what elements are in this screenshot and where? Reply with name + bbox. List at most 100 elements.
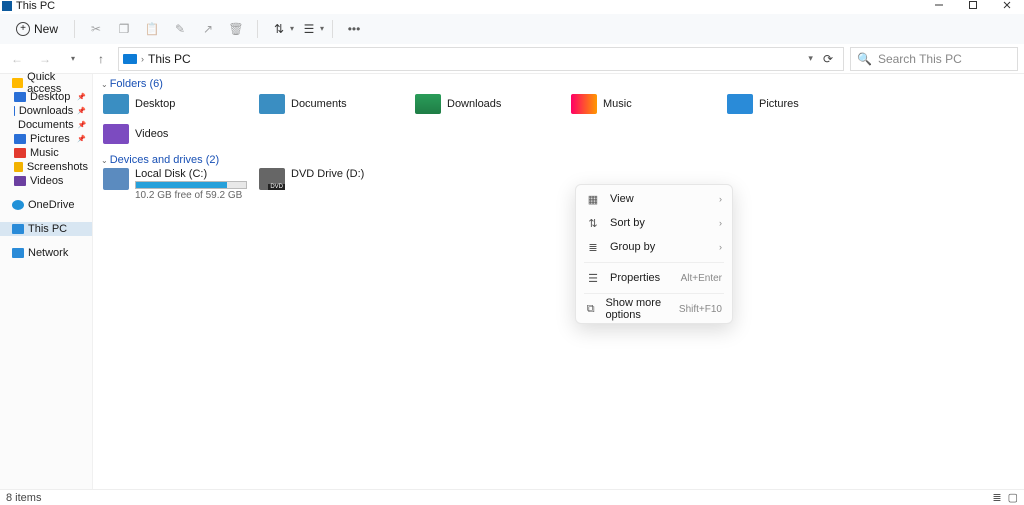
ctx-properties[interactable]: ☰PropertiesAlt+Enter: [576, 266, 732, 290]
sidebar-item-music[interactable]: Music: [0, 146, 92, 160]
drive-dvd-d[interactable]: DVD Drive (D:): [259, 168, 409, 201]
recent-dropdown[interactable]: ▾: [62, 48, 84, 70]
window-controls: [922, 0, 1024, 14]
sidebar-network[interactable]: Network: [0, 246, 92, 260]
pc-icon: [123, 54, 137, 64]
content-area[interactable]: ⌄Folders (6) Desktop Documents Downloads…: [93, 74, 1024, 489]
sidebar-onedrive[interactable]: OneDrive: [0, 198, 92, 212]
sidebar-item-downloads[interactable]: Downloads📌: [0, 104, 92, 118]
capacity-fill: [136, 182, 227, 188]
search-placeholder: Search This PC: [878, 52, 962, 66]
pc-icon: [12, 224, 24, 234]
search-icon: 🔍: [857, 52, 872, 66]
address-bar[interactable]: › This PC ▾ ⟳: [118, 47, 844, 71]
view-icon[interactable]: ☰: [296, 16, 322, 42]
new-label: New: [34, 22, 58, 36]
group-icon: ≣: [586, 240, 600, 254]
search-input[interactable]: 🔍 Search This PC: [850, 47, 1018, 71]
status-items: 8 items: [6, 492, 41, 504]
close-button[interactable]: [990, 0, 1024, 14]
drive-name: Local Disk (C:): [135, 168, 247, 180]
up-button[interactable]: ↑: [90, 48, 112, 70]
new-button[interactable]: + New: [8, 19, 66, 39]
capacity-bar: [135, 181, 247, 189]
pin-icon: 📌: [77, 93, 88, 101]
pin-icon: 📌: [78, 121, 89, 129]
forward-button[interactable]: →: [34, 48, 56, 70]
sort-icon[interactable]: ⇅: [266, 16, 292, 42]
chevron-right-icon: ›: [719, 242, 722, 252]
sidebar-item-desktop[interactable]: Desktop📌: [0, 90, 92, 104]
address-location: This PC: [148, 52, 191, 66]
status-bar: 8 items ≣ ▢: [0, 489, 1024, 505]
sort-icon: ⇅: [586, 216, 600, 230]
refresh-button[interactable]: ⟳: [817, 52, 839, 66]
network-icon: [12, 248, 24, 258]
folder-pictures[interactable]: Pictures: [727, 92, 877, 116]
sidebar-item-pictures[interactable]: Pictures📌: [0, 132, 92, 146]
drives-header[interactable]: ⌄Devices and drives (2): [93, 152, 1024, 168]
address-dropdown-icon[interactable]: ▾: [808, 53, 813, 64]
thumbnails-view-button[interactable]: ▢: [1008, 491, 1018, 504]
videos-icon: [103, 124, 129, 144]
maximize-button[interactable]: [956, 0, 990, 14]
drive-local-c[interactable]: Local Disk (C:) 10.2 GB free of 59.2 GB: [103, 168, 253, 201]
folder-desktop[interactable]: Desktop: [103, 92, 253, 116]
pin-icon: 📌: [77, 107, 88, 115]
paste-icon[interactable]: 📋: [139, 16, 165, 42]
ctx-view[interactable]: ▦View›: [576, 187, 732, 211]
chevron-right-icon: ›: [719, 218, 722, 228]
title-bar: This PC: [0, 0, 1024, 14]
pictures-icon: [727, 94, 753, 114]
separator: [257, 20, 258, 38]
folder-music[interactable]: Music: [571, 92, 721, 116]
sidebar-thispc[interactable]: This PC: [0, 222, 92, 236]
toolbar: + New ✂ ❐ 📋 ✎ ↗ 🗑 ⇅▾ ☰▾ •••: [0, 14, 1024, 44]
back-button[interactable]: ←: [6, 48, 28, 70]
ctx-sort[interactable]: ⇅Sort by›: [576, 211, 732, 235]
minimize-button[interactable]: [922, 0, 956, 14]
star-icon: [12, 78, 23, 88]
folder-videos[interactable]: Videos: [103, 122, 253, 146]
sidebar: Quick access Desktop📌 Downloads📌 Documen…: [0, 74, 93, 489]
details-view-button[interactable]: ≣: [992, 491, 1001, 504]
properties-icon: ☰: [586, 271, 600, 285]
separator: [584, 262, 724, 263]
downloads-icon: [415, 94, 441, 114]
separator: [332, 20, 333, 38]
window-title: This PC: [16, 0, 55, 12]
chevron-right-icon: ›: [141, 54, 144, 64]
context-menu: ▦View› ⇅Sort by› ≣Group by› ☰PropertiesA…: [575, 184, 733, 324]
share-icon[interactable]: ↗: [195, 16, 221, 42]
app-icon: [2, 1, 12, 11]
drives-grid: Local Disk (C:) 10.2 GB free of 59.2 GB …: [93, 168, 1024, 201]
more-icon[interactable]: •••: [341, 16, 367, 42]
downloads-icon: [14, 106, 15, 116]
separator: [584, 293, 724, 294]
sidebar-item-videos[interactable]: Videos: [0, 174, 92, 188]
copy-icon[interactable]: ❐: [111, 16, 137, 42]
drive-free-text: 10.2 GB free of 59.2 GB: [135, 190, 247, 201]
cut-icon[interactable]: ✂: [83, 16, 109, 42]
folder-documents[interactable]: Documents: [259, 92, 409, 116]
delete-icon[interactable]: 🗑: [223, 16, 249, 42]
body: Quick access Desktop📌 Downloads📌 Documen…: [0, 74, 1024, 489]
sidebar-quick-access[interactable]: Quick access: [0, 76, 92, 90]
music-icon: [14, 148, 26, 158]
drive-name: DVD Drive (D:): [291, 168, 364, 180]
sidebar-item-documents[interactable]: Documents📌: [0, 118, 92, 132]
ctx-group[interactable]: ≣Group by›: [576, 235, 732, 259]
shortcut-label: Shift+F10: [679, 304, 722, 315]
onedrive-icon: [12, 200, 24, 210]
sidebar-item-screenshots[interactable]: Screenshots: [0, 160, 92, 174]
rename-icon[interactable]: ✎: [167, 16, 193, 42]
folders-header[interactable]: ⌄Folders (6): [93, 76, 1024, 92]
desktop-icon: [103, 94, 129, 114]
ctx-more-options[interactable]: ⧉Show more optionsShift+F10: [576, 297, 732, 321]
pin-icon: 📌: [77, 135, 88, 143]
music-icon: [571, 94, 597, 114]
pictures-icon: [14, 134, 26, 144]
folder-downloads[interactable]: Downloads: [415, 92, 565, 116]
videos-icon: [14, 176, 26, 186]
navigation-row: ← → ▾ ↑ › This PC ▾ ⟳ 🔍 Search This PC: [0, 44, 1024, 74]
